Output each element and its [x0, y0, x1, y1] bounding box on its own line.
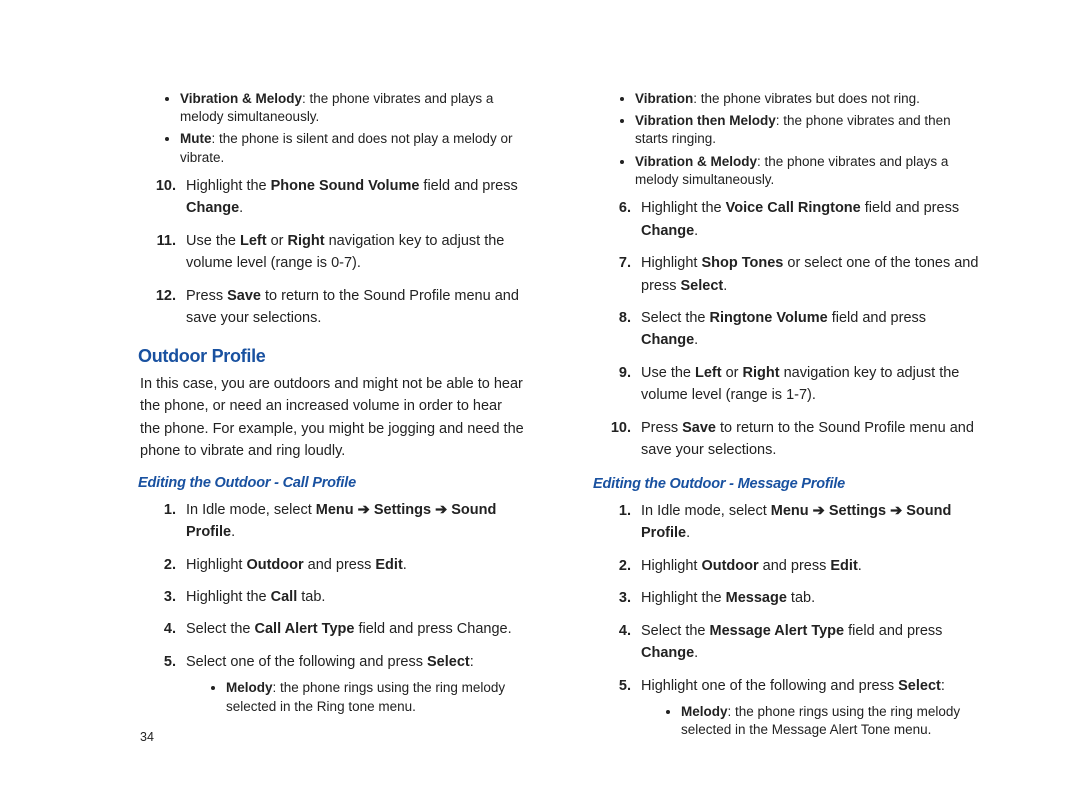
steps-list: Highlight the Voice Call Ringtone field …	[595, 197, 980, 462]
step: Highlight one of the following and press…	[635, 675, 980, 740]
steps-list: In Idle mode, select Menu ➔ Settings ➔ S…	[140, 499, 525, 716]
bullet-item: Mute: the phone is silent and does not p…	[180, 130, 525, 166]
step: Highlight the Call tab.	[180, 586, 525, 608]
left-column: Vibration & Melody: the phone vibrates a…	[40, 90, 545, 754]
step: Select the Message Alert Type field and …	[635, 620, 980, 665]
step: Highlight Outdoor and press Edit.	[180, 554, 525, 576]
bullet-list: Vibration: the phone vibrates but does n…	[595, 90, 980, 189]
step: Press Save to return to the Sound Profil…	[635, 417, 980, 462]
sub-heading: Editing the Outdoor - Call Profile	[138, 475, 525, 491]
step: In Idle mode, select Menu ➔ Settings ➔ S…	[180, 499, 525, 544]
step: Select one of the following and press Se…	[180, 651, 525, 716]
step: In Idle mode, select Menu ➔ Settings ➔ S…	[635, 500, 980, 545]
intro-text: In this case, you are outdoors and might…	[140, 373, 525, 463]
bullet-item: Vibration then Melody: the phone vibrate…	[635, 112, 980, 148]
sub-heading: Editing the Outdoor - Message Profile	[593, 476, 980, 492]
right-column: Vibration: the phone vibrates but does n…	[575, 90, 1040, 754]
bullet-item: Vibration & Melody: the phone vibrates a…	[635, 153, 980, 189]
step: Highlight the Phone Sound Volume field a…	[180, 175, 525, 220]
step: Highlight the Voice Call Ringtone field …	[635, 197, 980, 242]
step: Highlight Shop Tones or select one of th…	[635, 252, 980, 297]
bullet-list: Melody: the phone rings using the ring m…	[186, 679, 525, 715]
steps-list: In Idle mode, select Menu ➔ Settings ➔ S…	[595, 500, 980, 740]
step: Highlight Outdoor and press Edit.	[635, 555, 980, 577]
bullet-item: Melody: the phone rings using the ring m…	[681, 703, 980, 739]
step: Press Save to return to the Sound Profil…	[180, 285, 525, 330]
bullet-list: Melody: the phone rings using the ring m…	[641, 703, 980, 739]
page: Vibration & Melody: the phone vibrates a…	[0, 0, 1080, 794]
step: Use the Left or Right navigation key to …	[635, 362, 980, 407]
step: Select the Call Alert Type field and pre…	[180, 618, 525, 640]
page-number: 34	[140, 730, 525, 744]
section-heading: Outdoor Profile	[138, 346, 525, 367]
bullet-list: Vibration & Melody: the phone vibrates a…	[140, 90, 525, 167]
step: Use the Left or Right navigation key to …	[180, 230, 525, 275]
step: Highlight the Message tab.	[635, 587, 980, 609]
step: Select the Ringtone Volume field and pre…	[635, 307, 980, 352]
bullet-item: Vibration & Melody: the phone vibrates a…	[180, 90, 525, 126]
bullet-item: Melody: the phone rings using the ring m…	[226, 679, 525, 715]
bullet-item: Vibration: the phone vibrates but does n…	[635, 90, 980, 108]
steps-list: Highlight the Phone Sound Volume field a…	[140, 175, 525, 330]
